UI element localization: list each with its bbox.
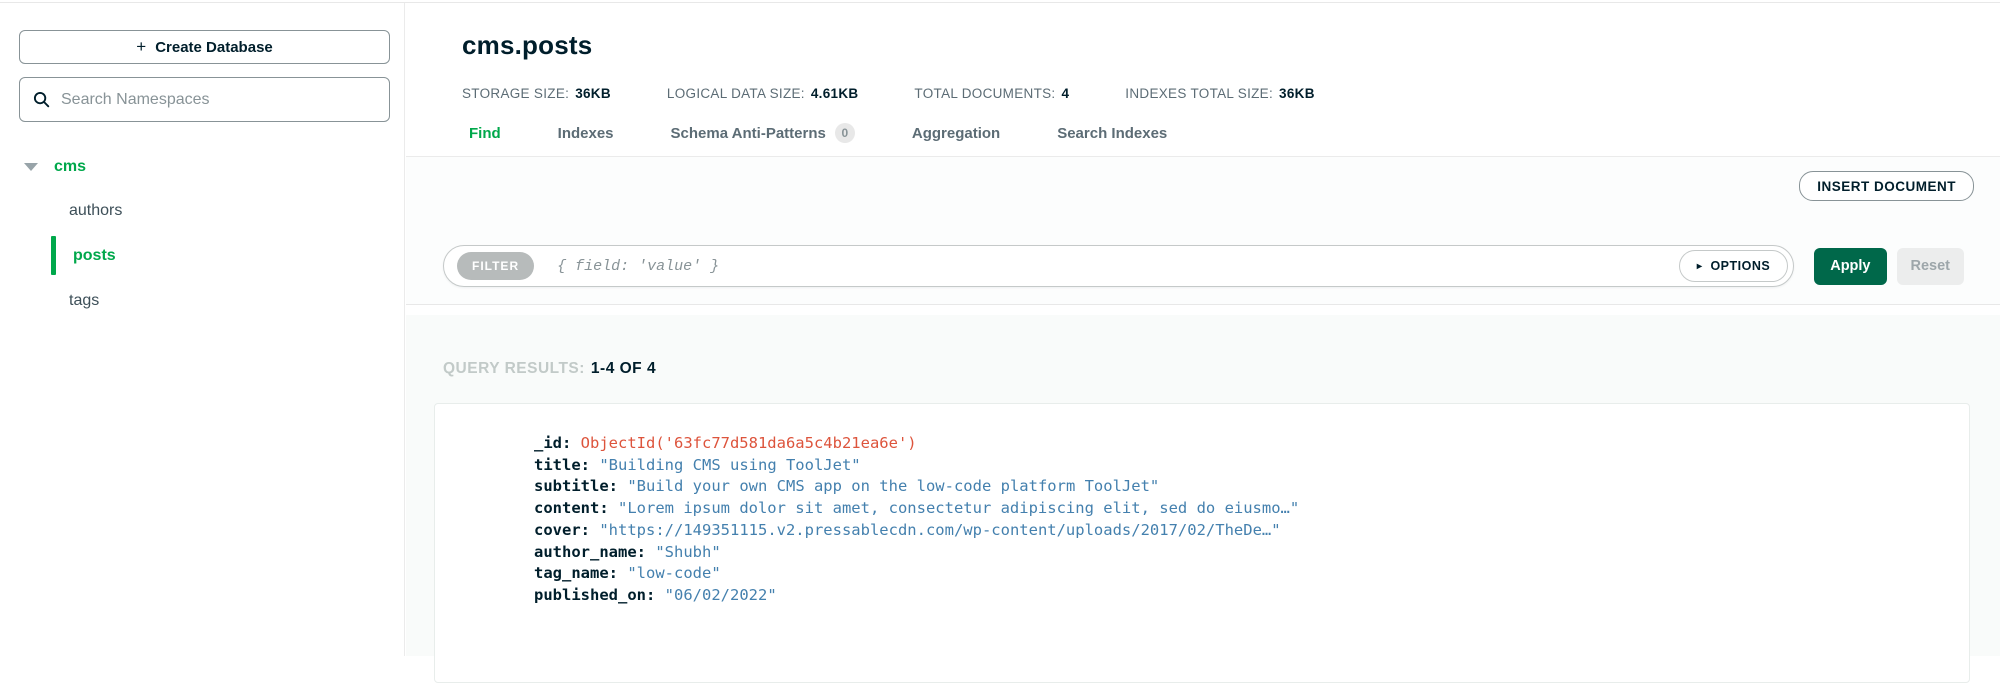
document-field-subtitle[interactable]: subtitle: "Build your own CMS app on the…	[534, 476, 1949, 498]
apply-button[interactable]: Apply	[1814, 247, 1887, 285]
stat-label: INDEXES TOTAL SIZE:	[1125, 86, 1274, 101]
options-button[interactable]: ▸ OPTIONS	[1678, 250, 1789, 282]
main-content: cms.posts STORAGE SIZE: 36KB LOGICAL DATA …	[406, 3, 2000, 683]
reset-button[interactable]: Reset	[1896, 247, 1964, 285]
filter-bar: FILTER { field: 'value' } ▸ OPTIONS	[443, 245, 1795, 287]
field-key: published_on:	[534, 585, 656, 604]
document-field-title[interactable]: title: "Building CMS using ToolJet"	[534, 455, 1949, 477]
collection-label: authors	[69, 201, 123, 219]
namespace-search-box[interactable]	[19, 77, 390, 122]
query-results-label: QUERY RESULTS:	[443, 360, 585, 377]
stat-value: 36KB	[1279, 86, 1315, 101]
tab-label: Find	[469, 124, 501, 142]
tab-badge: 0	[834, 123, 855, 143]
stat-value: 4.61KB	[810, 86, 859, 101]
create-database-button[interactable]: + Create Database	[19, 30, 390, 64]
field-value: "Build your own CMS app on the low-code …	[627, 477, 1160, 496]
stat-indexes-total-size-: INDEXES TOTAL SIZE: 36KB	[1125, 86, 1314, 101]
stat-value: 4	[1061, 86, 1070, 101]
tab-label: Schema Anti-Patterns	[670, 124, 826, 142]
caret-down-icon[interactable]	[24, 163, 38, 171]
tab-aggregation[interactable]: Aggregation	[912, 123, 1000, 143]
field-value: "Shubh"	[655, 542, 721, 561]
sidebar-item-collection-tags[interactable]: tags	[0, 278, 404, 323]
stat-label: TOTAL DOCUMENTS:	[914, 86, 1056, 101]
field-key: content:	[534, 499, 609, 518]
namespace-tree: cms authors posts tags	[0, 146, 404, 323]
collection-label: tags	[69, 291, 100, 309]
tab-label: Aggregation	[911, 124, 1001, 142]
database-label: cms	[54, 158, 87, 175]
insert-document-button[interactable]: INSERT DOCUMENT	[1799, 171, 1974, 201]
tab-search-indexes[interactable]: Search Indexes	[1057, 123, 1167, 143]
options-label: OPTIONS	[1710, 259, 1771, 273]
plus-icon: +	[136, 37, 147, 56]
field-key: tag_name:	[534, 564, 618, 583]
create-database-label: Create Database	[155, 38, 273, 56]
field-key: cover:	[534, 520, 590, 539]
document-field-cover[interactable]: cover: "https://149351115.v2.pressablecd…	[534, 520, 1949, 542]
query-results-section: QUERY RESULTS: 1-4 OF 4 _id: ObjectId('63…	[406, 315, 2000, 683]
filter-badge: FILTER	[457, 252, 535, 280]
sidebar-item-collection-posts[interactable]: posts	[0, 233, 404, 278]
tab-schema-anti-patterns[interactable]: Schema Anti-Patterns 0	[671, 123, 855, 143]
stat-label: LOGICAL DATA SIZE:	[666, 86, 805, 101]
document-field-content[interactable]: content: "Lorem ipsum dolor sit amet, co…	[534, 498, 1949, 520]
collection-stats: STORAGE SIZE: 36KB LOGICAL DATA SIZE: 4.61K…	[462, 86, 2000, 101]
field-key: author_name:	[534, 542, 646, 561]
field-key: subtitle:	[534, 477, 618, 496]
query-bar: FILTER { field: 'value' } ▸ OPTIONS Appl…	[443, 245, 1964, 287]
sidebar-item-database-cms[interactable]: cms	[0, 146, 404, 188]
active-collection-bar	[51, 236, 56, 275]
field-value: "https://149351115.v2.pressablecdn.com/w…	[599, 520, 1281, 539]
query-results-heading: QUERY RESULTS: 1-4 OF 4	[406, 315, 2000, 378]
stat-value: 36KB	[575, 86, 611, 101]
tab-find[interactable]: Find	[469, 123, 501, 143]
field-value: ObjectId('63fc77d581da6a5c4b21ea6e')	[580, 434, 917, 452]
stat-storage-size-: STORAGE SIZE: 36KB	[462, 86, 611, 101]
collection-header: cms.posts STORAGE SIZE: 36KB LOGICAL DATA …	[406, 3, 2000, 101]
document-field-tag-name[interactable]: tag_name: "low-code"	[534, 563, 1949, 585]
document-field--id[interactable]: _id: ObjectId('63fc77d581da6a5c4b21ea6e'…	[534, 433, 1949, 455]
query-results-count: 1-4 OF 4	[590, 360, 657, 377]
field-key: title:	[534, 455, 590, 474]
stat-total-documents-: TOTAL DOCUMENTS: 4	[914, 86, 1069, 101]
search-icon	[33, 91, 50, 108]
field-value: "Lorem ipsum dolor sit amet, consectetur…	[618, 499, 1300, 518]
collection-label: posts	[73, 246, 116, 264]
document-field-author-name[interactable]: author_name: "Shubh"	[534, 542, 1949, 564]
tab-label: Search Indexes	[1057, 124, 1168, 142]
tab-indexes[interactable]: Indexes	[558, 123, 614, 143]
sidebar: + Create Database cms authors posts tags	[0, 3, 405, 656]
caret-right-icon: ▸	[1696, 260, 1703, 272]
field-value: "06/02/2022"	[664, 585, 777, 604]
tab-label: Indexes	[557, 124, 614, 142]
documents-toolbar: INSERT DOCUMENT FILTER { field: 'value' …	[406, 157, 2000, 305]
field-value: "Building CMS using ToolJet"	[599, 455, 861, 474]
search-namespaces-input[interactable]	[61, 90, 376, 109]
filter-input[interactable]: { field: 'value' }	[557, 258, 1679, 275]
collection-list: authors posts tags	[0, 188, 404, 323]
document-card[interactable]: _id: ObjectId('63fc77d581da6a5c4b21ea6e'…	[434, 403, 1970, 683]
page-title: cms.posts	[462, 30, 593, 60]
sidebar-item-collection-authors[interactable]: authors	[0, 188, 404, 233]
stat-logical-data-size-: LOGICAL DATA SIZE: 4.61KB	[667, 86, 859, 101]
document-field-published-on[interactable]: published_on: "06/02/2022"	[534, 585, 1949, 607]
stat-label: STORAGE SIZE:	[462, 86, 570, 101]
field-key: _id:	[534, 434, 572, 452]
field-value: "low-code"	[627, 564, 721, 583]
collection-tabs: Find Indexes Schema Anti-Patterns 0 Aggregat…	[406, 123, 2000, 157]
